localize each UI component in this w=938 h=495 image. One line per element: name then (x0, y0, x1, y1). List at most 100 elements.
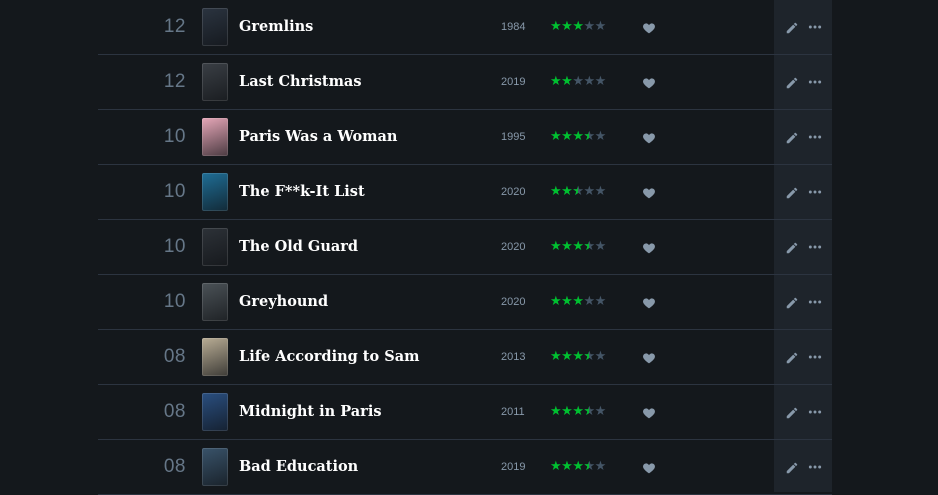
star-empty-icon: ★ (594, 349, 607, 364)
star-empty-icon: ★ (583, 294, 595, 309)
pencil-icon[interactable] (785, 460, 799, 474)
ellipsis-icon[interactable] (807, 294, 823, 310)
star-half-icon: ★ (583, 330, 595, 383)
star-full-icon: ★ (561, 129, 573, 144)
star-empty-icon: ★ (594, 459, 607, 474)
star-empty-icon: ★ (594, 129, 607, 144)
pencil-icon[interactable] (785, 405, 799, 419)
film-poster[interactable] (202, 448, 228, 486)
star-full-icon: ★ (572, 239, 584, 254)
film-title[interactable]: Last Christmas (239, 55, 362, 110)
star-rating: ★★★★★ (550, 440, 606, 495)
pencil-icon[interactable] (785, 75, 799, 89)
heart-icon (642, 20, 656, 34)
ellipsis-icon[interactable] (807, 129, 823, 145)
film-title[interactable]: Midnight in Paris (239, 385, 382, 440)
star-full-icon: ★ (572, 349, 584, 364)
star-half-icon: ★ (583, 385, 595, 438)
film-poster[interactable] (202, 118, 228, 156)
ellipsis-icon[interactable] (807, 459, 823, 475)
star-rating: ★★★★★ (550, 165, 606, 220)
diary-row: 10 Greyhound 2020 ★★★★★ (98, 275, 832, 330)
star-full-icon: ★ (561, 294, 573, 309)
star-empty-icon: ★ (583, 74, 595, 89)
star-rating: ★★★★★ (550, 220, 606, 275)
heart-icon (642, 405, 656, 419)
film-title[interactable]: Life According to Sam (239, 330, 419, 385)
star-full-icon: ★ (572, 129, 584, 144)
film-year[interactable]: 2020 (501, 165, 525, 220)
star-full-icon: ★ (550, 129, 562, 144)
entry-day[interactable]: 10 (158, 275, 186, 330)
entry-day[interactable]: 10 (158, 165, 186, 220)
entry-day[interactable]: 12 (158, 0, 186, 55)
film-title[interactable]: The F**k-It List (239, 165, 365, 220)
film-title[interactable]: The Old Guard (239, 220, 358, 275)
film-title[interactable]: Greyhound (239, 275, 328, 330)
star-empty-icon: ★ (594, 184, 607, 199)
entry-day[interactable]: 08 (158, 385, 186, 440)
star-full-icon: ★ (550, 239, 562, 254)
star-half-icon: ★ (572, 165, 584, 218)
film-title[interactable]: Gremlins (239, 0, 313, 55)
film-year[interactable]: 2019 (501, 55, 525, 110)
heart-icon (642, 240, 656, 254)
entry-day[interactable]: 08 (158, 330, 186, 385)
pencil-icon[interactable] (785, 295, 799, 309)
pencil-icon[interactable] (785, 20, 799, 34)
ellipsis-icon[interactable] (807, 349, 823, 365)
star-full-icon: ★ (561, 74, 573, 89)
ellipsis-icon[interactable] (807, 239, 823, 255)
star-full-icon: ★ (561, 349, 573, 364)
ellipsis-icon[interactable] (807, 404, 823, 420)
film-title[interactable]: Bad Education (239, 440, 358, 495)
film-poster[interactable] (202, 8, 228, 46)
ellipsis-icon[interactable] (807, 19, 823, 35)
heart-icon (642, 75, 656, 89)
pencil-icon[interactable] (785, 130, 799, 144)
film-poster[interactable] (202, 228, 228, 266)
ellipsis-icon[interactable] (807, 74, 823, 90)
star-full-icon: ★ (572, 294, 584, 309)
film-poster[interactable] (202, 63, 228, 101)
star-rating: ★★★★★ (550, 330, 606, 385)
film-year[interactable]: 1984 (501, 0, 525, 55)
star-empty-icon: ★ (594, 74, 607, 89)
pencil-icon[interactable] (785, 240, 799, 254)
film-poster[interactable] (202, 283, 228, 321)
pencil-icon[interactable] (785, 185, 799, 199)
film-year[interactable]: 2019 (501, 440, 525, 495)
diary-row: 12 Last Christmas 2019 ★★★★★ (98, 55, 832, 110)
film-year[interactable]: 2011 (501, 385, 525, 440)
heart-icon (642, 185, 656, 199)
film-year[interactable]: 2013 (501, 330, 525, 385)
diary-row: 10 The F**k-It List 2020 ★★★ ★★ (98, 165, 832, 220)
entry-day[interactable]: 10 (158, 110, 186, 165)
ellipsis-icon[interactable] (807, 184, 823, 200)
star-full-icon: ★ (561, 19, 573, 34)
star-full-icon: ★ (561, 239, 573, 254)
star-full-icon: ★ (561, 184, 573, 199)
film-year[interactable]: 1995 (501, 110, 525, 165)
diary-row: 08 Bad Education 2019 ★★★★ ★ (98, 440, 832, 495)
entry-day[interactable]: 08 (158, 440, 186, 495)
star-empty-icon: ★ (594, 404, 607, 419)
star-full-icon: ★ (550, 74, 562, 89)
star-empty-icon: ★ (594, 294, 607, 309)
heart-icon (642, 460, 656, 474)
film-title[interactable]: Paris Was a Woman (239, 110, 397, 165)
film-poster[interactable] (202, 393, 228, 431)
pencil-icon[interactable] (785, 350, 799, 364)
star-full-icon: ★ (550, 294, 562, 309)
film-poster[interactable] (202, 338, 228, 376)
film-year[interactable]: 2020 (501, 275, 525, 330)
film-poster[interactable] (202, 173, 228, 211)
star-full-icon: ★ (572, 19, 584, 34)
star-empty-icon: ★ (594, 19, 607, 34)
film-year[interactable]: 2020 (501, 220, 525, 275)
star-half-icon: ★ (583, 110, 595, 163)
entry-day[interactable]: 12 (158, 55, 186, 110)
star-rating: ★★★★★ (550, 275, 606, 330)
entry-day[interactable]: 10 (158, 220, 186, 275)
star-full-icon: ★ (550, 19, 562, 34)
